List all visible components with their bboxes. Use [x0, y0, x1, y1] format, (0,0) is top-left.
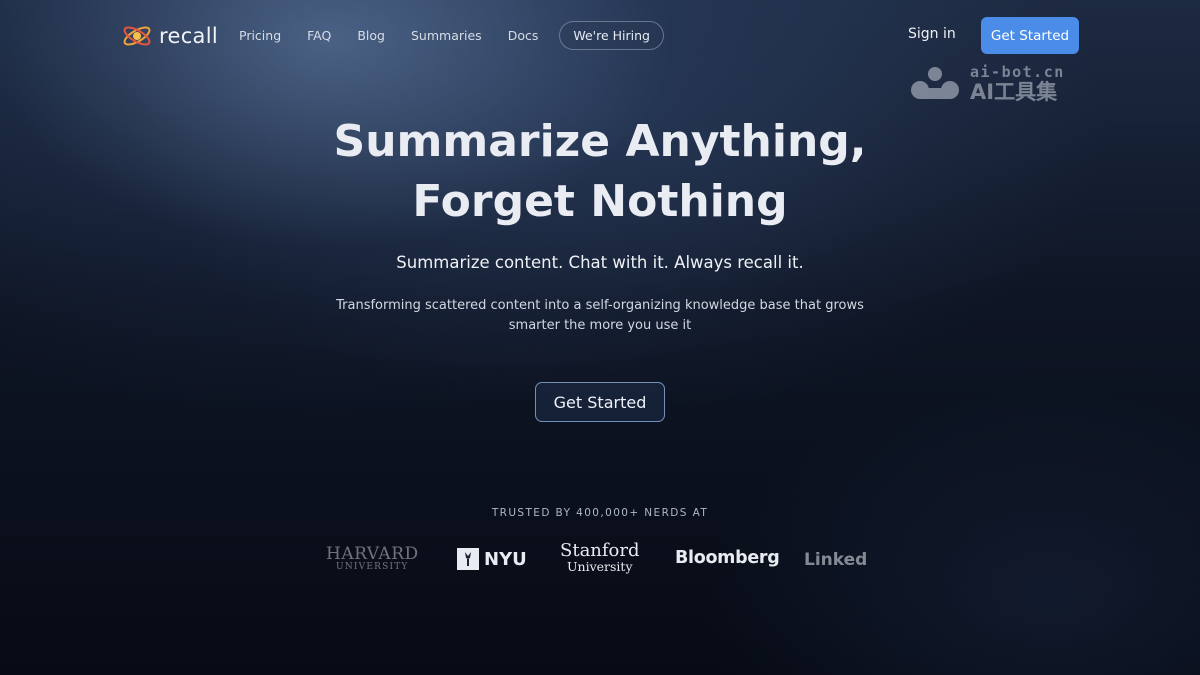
watermark-logo-icon	[911, 67, 959, 99]
trusted-logos: HARVARD UNIVERSITY NYU Stanford Universi…	[326, 540, 874, 580]
stanford-logo-subtext: University	[567, 559, 633, 574]
nav-link-summaries[interactable]: Summaries	[411, 22, 482, 50]
nyu-torch-icon	[457, 548, 479, 570]
trusted-heading: TRUSTED BY 400,000+ NERDS AT	[491, 507, 709, 519]
harvard-logo: HARVARD UNIVERSITY	[326, 544, 419, 572]
watermark-name: AI工具集	[970, 80, 1058, 104]
top-nav: recall Pricing FAQ Blog Summaries Docs W…	[0, 0, 1200, 70]
watermark-url: ai-bot.cn	[970, 63, 1065, 81]
stanford-logo: Stanford University	[560, 540, 640, 574]
bloomberg-logo: Bloomberg	[675, 548, 780, 568]
hero-subtitle: Summarize content. Chat with it. Always …	[396, 253, 804, 272]
stanford-logo-text: Stanford	[560, 540, 640, 561]
hero-title-line2: Forget Nothing	[412, 176, 788, 227]
get-started-hero-button[interactable]: Get Started	[535, 382, 665, 422]
hiring-button[interactable]: We're Hiring	[559, 21, 664, 50]
brand-logo[interactable]: recall	[121, 20, 218, 52]
get-started-nav-button[interactable]: Get Started	[981, 17, 1079, 54]
watermark: ai-bot.cn AI工具集	[908, 64, 1065, 104]
nyu-logo-text: NYU	[484, 548, 527, 570]
nav-link-pricing[interactable]: Pricing	[239, 22, 281, 50]
nav-link-blog[interactable]: Blog	[357, 22, 385, 50]
sign-in-link[interactable]: Sign in	[908, 26, 956, 42]
nyu-logo: NYU	[457, 548, 527, 570]
nav-links: Pricing FAQ Blog Summaries Docs We're Hi…	[239, 21, 664, 50]
nav-link-docs[interactable]: Docs	[508, 22, 539, 50]
harvard-logo-text: HARVARD	[326, 544, 419, 564]
linkedin-logo: Linked	[804, 550, 868, 570]
hero-title-line1: Summarize Anything,	[333, 116, 867, 167]
nav-link-faq[interactable]: FAQ	[307, 22, 331, 50]
brand-name: recall	[159, 24, 218, 48]
recall-logo-icon	[123, 26, 151, 46]
hero-description: Transforming scattered content into a se…	[336, 298, 864, 333]
harvard-logo-subtext: UNIVERSITY	[336, 562, 409, 572]
